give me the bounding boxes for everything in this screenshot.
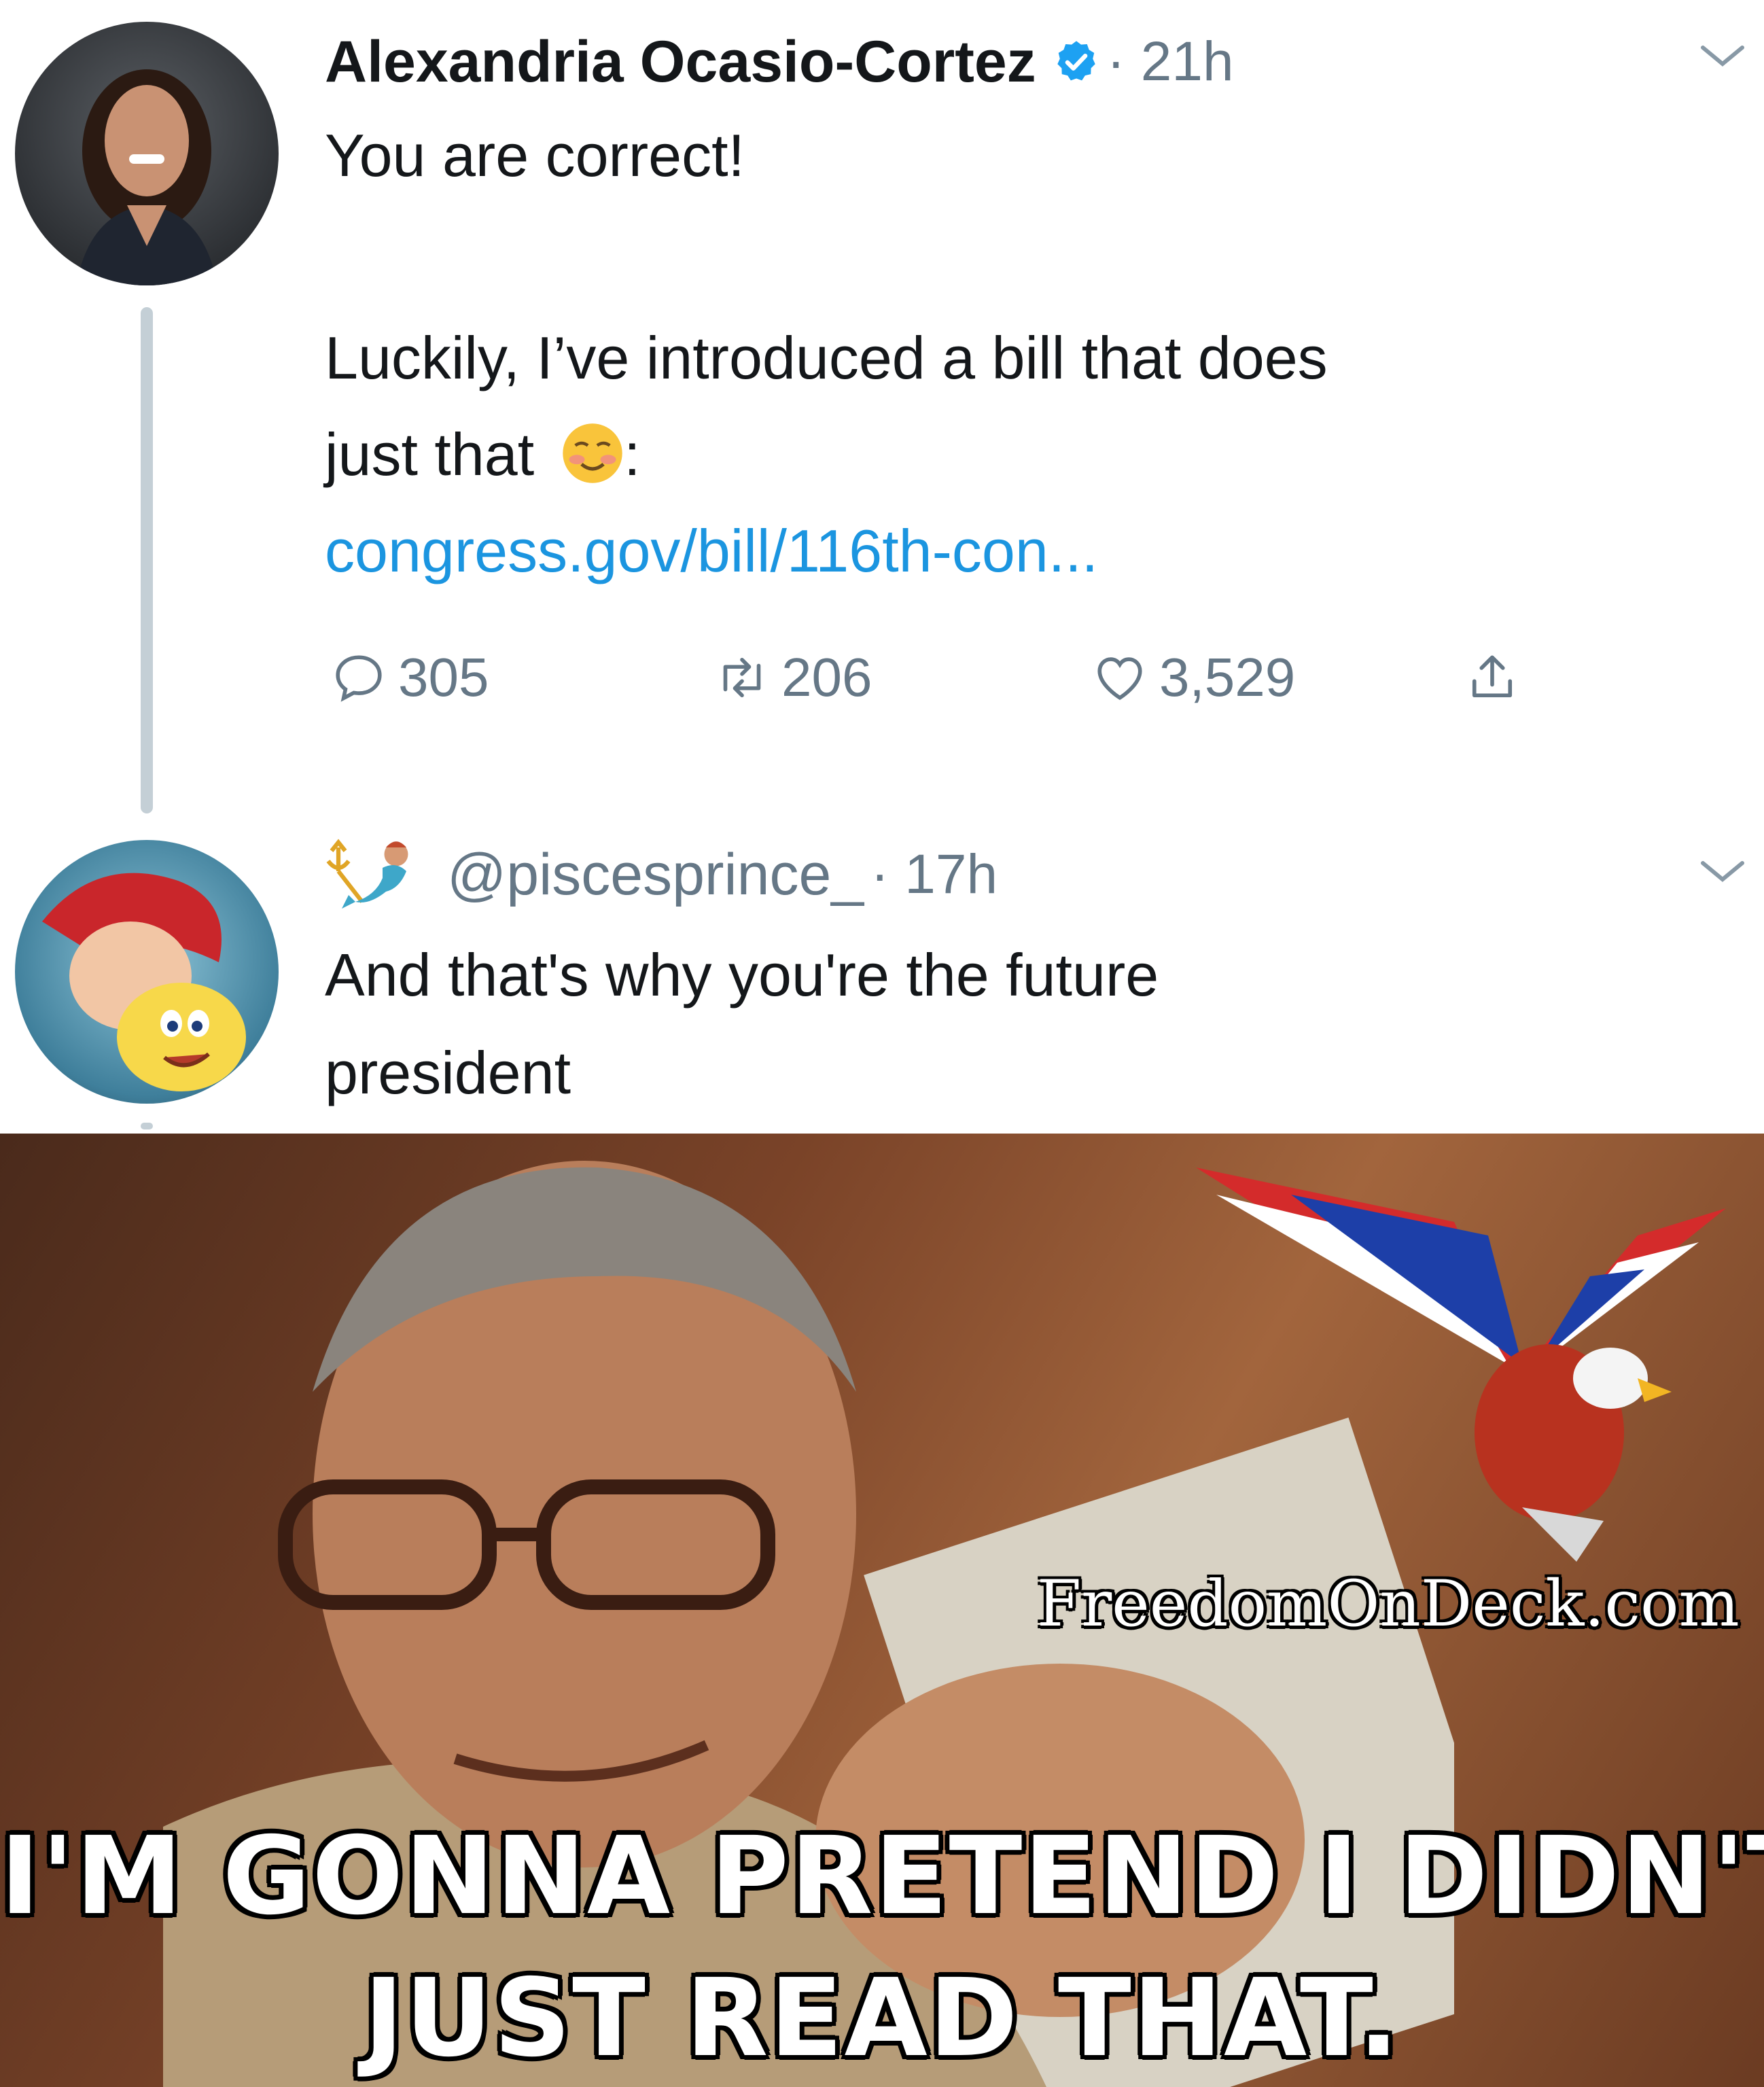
tweet-line-3: just that : xyxy=(325,406,641,503)
tweet-line-3-suffix: : xyxy=(624,421,641,488)
watermark-text: FreedomOnDeck.com xyxy=(1037,1567,1740,1641)
like-button[interactable]: 3,529 xyxy=(1091,640,1295,715)
meme-image: FreedomOnDeck.com I'M GONNA PRETEND I DI… xyxy=(0,1134,1764,2087)
meme-caption-line-1: I'M GONNA PRETEND I DIDN'T xyxy=(0,1814,1764,1939)
smiling-face-emoji xyxy=(563,423,622,483)
like-icon xyxy=(1097,657,1142,701)
tweet-header: Alexandria Ocasio-Cortez · 21h xyxy=(325,24,1234,99)
tweet-thread: Alexandria Ocasio-Cortez · 21h You are c… xyxy=(0,0,1764,1129)
like-count: 3,529 xyxy=(1159,647,1296,707)
share-icon xyxy=(1472,655,1513,698)
chevron-down-icon[interactable] xyxy=(1699,858,1746,885)
reply-handle[interactable]: @piscesprince_ xyxy=(447,841,864,909)
tweet-time[interactable]: · 21h xyxy=(1107,30,1234,94)
meme-caption-line-2: JUST READ THAT. xyxy=(364,1956,1400,2081)
patriotic-eagle-logo xyxy=(1196,1168,1726,1562)
tweet-line-1: You are correct! xyxy=(325,122,745,189)
author-avatar[interactable] xyxy=(15,22,279,285)
share-button[interactable] xyxy=(1464,640,1532,715)
reply-icon xyxy=(336,655,382,702)
reply-header: @piscesprince_ · 17h xyxy=(325,837,998,912)
retweet-button[interactable]: 206 xyxy=(713,640,872,715)
bill-link[interactable]: congress.gov/bill/116th-con... xyxy=(325,516,1098,586)
reply-button[interactable]: 305 xyxy=(330,640,489,715)
reply-time[interactable]: · 17h xyxy=(870,843,998,907)
thread-connector-bottom xyxy=(141,1123,153,1129)
reply-line-2: president xyxy=(325,1039,571,1106)
retweet-count: 206 xyxy=(781,647,872,707)
retweet-icon xyxy=(723,657,761,698)
chevron-down-icon[interactable] xyxy=(1699,42,1746,69)
merman-trident-emoji xyxy=(326,839,408,909)
reply-line-1: And that's why you're the future xyxy=(325,941,1159,1009)
thread-connector xyxy=(141,307,153,813)
verified-badge-icon xyxy=(1057,41,1095,81)
tweet-line-3-text: just that xyxy=(325,421,535,488)
reply-avatar[interactable] xyxy=(15,840,279,1104)
author-name[interactable]: Alexandria Ocasio-Cortez xyxy=(325,29,1036,96)
reply-count: 305 xyxy=(398,647,489,707)
tweet-line-2: Luckily, I’ve introduced a bill that doe… xyxy=(325,324,1328,391)
